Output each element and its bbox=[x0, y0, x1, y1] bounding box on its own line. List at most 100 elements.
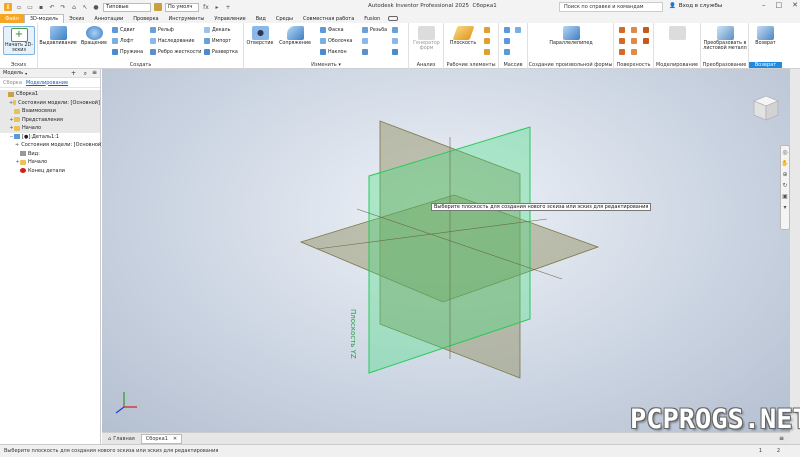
extend-icon[interactable] bbox=[631, 38, 637, 44]
start-sketch-button[interactable]: + Начать 2D-эскиз bbox=[3, 26, 35, 55]
tab-manage[interactable]: Управление bbox=[209, 14, 250, 23]
boundary-patch-icon[interactable] bbox=[643, 38, 649, 44]
browser-row[interactable]: + Состояния модели: [Основной] bbox=[0, 141, 103, 150]
look-at-icon[interactable]: ▣ bbox=[781, 193, 789, 201]
browser-dropdown-icon[interactable]: ▾ bbox=[25, 71, 27, 76]
zoom-icon[interactable]: ⊕ bbox=[781, 171, 789, 179]
chamfer-button[interactable]: Фаска bbox=[320, 27, 344, 33]
tab-fusion[interactable]: Fusion bbox=[359, 14, 385, 23]
sculpt-icon[interactable] bbox=[619, 49, 625, 55]
tab-3d-model[interactable]: 3D-модель bbox=[23, 14, 65, 23]
patch-icon[interactable] bbox=[619, 38, 625, 44]
import-button[interactable]: Импорт bbox=[204, 38, 231, 44]
browser-row[interactable]: + Начало bbox=[0, 158, 100, 167]
graphics-viewport[interactable]: Плоскость YZ bbox=[102, 69, 790, 432]
circ-pattern-icon[interactable] bbox=[504, 38, 510, 44]
mirror-icon[interactable] bbox=[504, 49, 510, 55]
tab-extra-icon[interactable] bbox=[385, 14, 401, 23]
expand-toggle-icon[interactable]: + bbox=[15, 142, 19, 148]
appearance-swatch-icon[interactable] bbox=[154, 3, 162, 11]
doc-tab-home[interactable]: ⌂ Главная bbox=[104, 434, 139, 444]
browser-row[interactable]: + Представления bbox=[0, 115, 100, 124]
browser-search-icon[interactable]: ⌕ bbox=[84, 70, 87, 78]
replace-face-icon[interactable] bbox=[631, 49, 637, 55]
revolve-button[interactable]: Вращение bbox=[78, 26, 110, 46]
browser-row[interactable]: Вид: bbox=[0, 150, 100, 159]
split-icon[interactable] bbox=[362, 49, 368, 55]
tab-environments[interactable]: Среды bbox=[271, 14, 298, 23]
shape-generator-button[interactable]: Генератор форм bbox=[411, 26, 442, 51]
browser-row[interactable]: Конец детали bbox=[0, 167, 100, 176]
browser-add-icon[interactable]: + bbox=[71, 70, 76, 77]
close-icon[interactable]: ✕ bbox=[792, 1, 798, 9]
thread-button[interactable]: Резьба bbox=[362, 27, 387, 33]
trim-icon[interactable] bbox=[631, 27, 637, 33]
tab-tools[interactable]: Инструменты bbox=[164, 14, 210, 23]
coil-button[interactable]: Пружина bbox=[112, 49, 143, 55]
browser-menu-icon[interactable]: ≡ bbox=[92, 69, 97, 76]
browser-tab-modeling[interactable]: Моделирование bbox=[26, 80, 68, 86]
point-icon[interactable] bbox=[484, 38, 490, 44]
material-select[interactable]: По умолч bbox=[165, 2, 199, 12]
select-icon[interactable]: ↖ bbox=[81, 3, 89, 11]
add-icon[interactable]: + bbox=[224, 3, 232, 11]
expand-icon[interactable]: ▸ bbox=[213, 3, 221, 11]
search-input[interactable]: Поиск по справке и командам bbox=[559, 2, 663, 12]
doc-tab-close-icon[interactable]: ✕ bbox=[173, 436, 177, 442]
fx-icon[interactable]: fx bbox=[202, 3, 210, 11]
direct-edit-icon[interactable] bbox=[392, 27, 398, 33]
rib-button[interactable]: Ребро жесткости bbox=[150, 49, 201, 55]
freeform-box-button[interactable]: Параллелепипед bbox=[538, 26, 604, 46]
browser-row[interactable]: + Состояния модели: [Основной] bbox=[0, 98, 100, 107]
doc-tab-assembly[interactable]: Сборка1 ✕ bbox=[140, 433, 183, 444]
doc-tabs-menu-icon[interactable]: ≡ bbox=[779, 435, 784, 442]
simplify-button[interactable] bbox=[662, 26, 692, 41]
save-icon[interactable]: ▪ bbox=[37, 3, 45, 11]
orbit-icon[interactable]: ↻ bbox=[781, 182, 789, 190]
material-ball-icon[interactable]: ● bbox=[92, 3, 100, 11]
minimize-icon[interactable]: – bbox=[762, 1, 766, 9]
new-icon[interactable]: ▫ bbox=[15, 3, 23, 11]
signin-button[interactable]: 👤 Вход в службы bbox=[669, 3, 722, 9]
emboss-button[interactable]: Рельф bbox=[150, 27, 174, 33]
loft-button[interactable]: Лофт bbox=[112, 38, 133, 44]
maximize-icon[interactable]: □ bbox=[776, 1, 783, 9]
decal-button[interactable]: Декаль bbox=[204, 27, 230, 33]
nav-expand-icon[interactable]: ▾ bbox=[781, 204, 789, 212]
steering-wheel-icon[interactable]: ◎ bbox=[781, 149, 789, 157]
hole-button[interactable]: Отверстие bbox=[244, 26, 276, 46]
move-face-icon[interactable] bbox=[392, 49, 398, 55]
tab-sketch[interactable]: Эскиз bbox=[64, 14, 89, 23]
ruled-surface-icon[interactable] bbox=[643, 27, 649, 33]
browser-row[interactable]: + Начало bbox=[0, 124, 100, 133]
browser-row[interactable]: Взаимосвязи bbox=[0, 107, 100, 116]
tab-collaborate[interactable]: Совместная работа bbox=[298, 14, 359, 23]
tab-annotate[interactable]: Аннотации bbox=[89, 14, 128, 23]
unwrap-button[interactable]: Развертка bbox=[204, 49, 238, 55]
extrude-button[interactable]: Выдавливание bbox=[38, 26, 78, 46]
sweep-button[interactable]: Сдвиг bbox=[112, 27, 135, 33]
tab-inspect[interactable]: Проверка bbox=[128, 14, 163, 23]
fillet-button[interactable]: Сопряжение bbox=[276, 26, 314, 46]
axis-icon[interactable] bbox=[484, 27, 490, 33]
browser-row[interactable]: Сборка1 bbox=[0, 90, 100, 99]
tab-file[interactable]: Файл bbox=[0, 14, 24, 23]
home-icon[interactable]: ⌂ bbox=[70, 3, 78, 11]
pan-icon[interactable]: ✋ bbox=[781, 160, 789, 168]
tab-view[interactable]: Вид bbox=[251, 14, 271, 23]
rect-pattern-icon[interactable] bbox=[504, 27, 510, 33]
stitch-icon[interactable] bbox=[619, 27, 625, 33]
open-icon[interactable]: ▭ bbox=[26, 3, 34, 11]
appearance-select[interactable]: Типовые bbox=[103, 2, 151, 12]
browser-tab-assembly[interactable]: Сборка bbox=[3, 80, 22, 86]
view-cube-icon[interactable] bbox=[752, 92, 780, 124]
convert-sheetmetal-button[interactable]: Преобразовать в листовой металл bbox=[702, 26, 748, 51]
ucs-icon[interactable] bbox=[484, 49, 490, 55]
return-button[interactable]: Возврат bbox=[751, 26, 780, 46]
delete-face-icon[interactable] bbox=[392, 38, 398, 44]
draft-button[interactable]: Наклон bbox=[320, 49, 347, 55]
combine-icon[interactable] bbox=[362, 38, 368, 44]
sketch-pattern-icon[interactable] bbox=[515, 27, 521, 33]
undo-icon[interactable]: ↶ bbox=[48, 3, 56, 11]
shell-button[interactable]: Оболочка bbox=[320, 38, 352, 44]
